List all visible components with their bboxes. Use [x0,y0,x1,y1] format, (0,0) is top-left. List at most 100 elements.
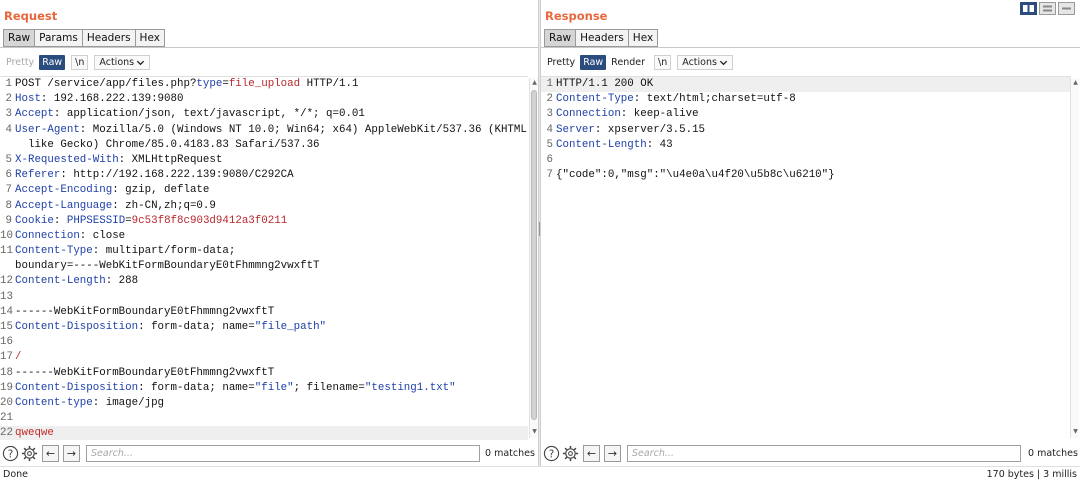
response-tab-hex[interactable]: Hex [628,29,659,47]
request-tab-hex[interactable]: Hex [135,29,165,47]
line-number: 5 [5,153,12,166]
code-token: : http://192.168.222.139:9080/C292CA [60,169,294,182]
search-next-button[interactable]: → [604,445,621,462]
gear-icon[interactable] [21,445,38,462]
line-content: HTTP/1.1 200 OK [556,77,653,92]
request-actions-label: Actions [99,57,135,68]
code-token: : image/jpg [92,396,165,409]
line-number: 4 [5,123,12,136]
line-content: like Gecko) Chrome/85.0.4183.83 Safari/5… [15,138,320,153]
editor-line: 3 Accept: application/json, text/javascri… [0,107,528,122]
request-editor[interactable]: 1 POST /service/app/files.php?type=file_u… [0,76,528,440]
editor-line: 21 [0,411,528,426]
line-number: 7 [5,184,12,197]
code-token: file_upload [228,78,301,90]
code-token: PHPSESSID [66,214,126,227]
request-tab-params[interactable]: Params [35,29,83,47]
request-search-input[interactable] [86,445,480,462]
line-content: Server: xpserver/3.5.15 [556,123,705,138]
line-number: 1 [5,78,12,90]
help-icon[interactable]: ? [543,445,560,462]
editor-line: 2 Content-Type: text/html;charset=utf-8 [541,92,1071,107]
layout-tabs-icon[interactable] [1058,2,1075,15]
code-token: ; filename= [293,381,365,394]
line-number: 14 [0,305,13,318]
response-actions-label: Actions [682,57,717,68]
line-content: ------WebKitFormBoundaryE0tFhmmng2vwxftT [15,305,274,320]
line-number: 7 [546,169,553,182]
request-scrollbar[interactable]: ▲ ▼ [529,78,538,438]
request-pretty-button[interactable]: Pretty [3,55,37,70]
scroll-down-arrow-icon[interactable]: ▼ [531,428,538,436]
request-tab-raw[interactable]: Raw [3,29,36,47]
editor-line: 13 [0,290,528,305]
line-number: 8 [5,199,12,212]
request-actions-menu[interactable]: Actions [94,55,151,70]
line-content: qweqwe [15,426,54,440]
line-content: / [15,350,21,365]
response-actions-menu[interactable]: Actions [677,55,733,70]
code-token: : Mozilla/5.0 (Windows NT 10.0; Win64; x… [79,123,528,136]
editor-line: 20 Content-type: image/jpg [0,396,528,411]
response-raw-button[interactable]: Raw [580,55,607,70]
code-token: Referer [15,169,61,182]
line-number: 3 [546,108,553,121]
request-tab-headers[interactable]: Headers [82,29,136,47]
code-token: : application/json, text/javascript, */*… [53,108,365,121]
scroll-up-arrow-icon[interactable]: ▲ [531,79,538,87]
line-content: Accept-Encoding: gzip, deflate [15,183,209,198]
response-pretty-button[interactable]: Pretty [544,55,578,70]
request-title: Request [4,9,58,23]
scroll-up-arrow-icon[interactable]: ▲ [1072,79,1079,87]
code-token: : text/html;charset=utf-8 [633,93,796,106]
layout-stacked-icon[interactable] [1039,2,1056,15]
code-token: : form-data; name= [138,321,255,333]
code-token: : [53,214,67,227]
response-tab-raw[interactable]: Raw [544,29,577,47]
line-number: 12 [0,275,13,288]
search-prev-button[interactable]: ← [42,445,59,462]
editor-line: 7 {"code":0,"msg":"\u4e0a\u4f20\u5b8c\u62… [541,168,1071,183]
search-next-button[interactable]: → [63,445,80,462]
response-tab-headers[interactable]: Headers [576,29,629,47]
response-search-input[interactable] [627,445,1021,462]
svg-text:?: ? [8,448,14,460]
layout-side-by-side-icon[interactable] [1020,2,1037,15]
line-content: Accept-Language: zh-CN,zh;q=0.9 [15,199,216,214]
response-scrollbar[interactable]: ▲ ▼ [1070,78,1079,438]
chevron-down-icon [136,60,145,65]
request-scroll-thumb[interactable] [531,90,537,420]
line-number: 19 [0,381,13,394]
line-number: 18 [0,366,13,379]
editor-line: 14 ------WebKitFormBoundaryE0tFhmmng2vwxf… [0,305,528,320]
editor-line: 6 [541,153,1071,168]
help-icon[interactable]: ? [2,445,19,462]
line-number: 13 [0,290,13,303]
code-token: / [15,351,22,364]
code-token: "file" [254,381,294,394]
line-content: Referer: http://192.168.222.139:9080/C29… [15,168,294,183]
splitter-grip[interactable] [539,222,540,236]
code-token: POST /service/app/files.php? [15,78,197,90]
code-token: : gzip, deflate [112,184,210,197]
response-newline-toggle[interactable]: \n [654,55,672,70]
scroll-down-arrow-icon[interactable]: ▼ [1072,428,1079,436]
response-toolbar: Pretty Raw Render \n Actions [544,55,735,70]
search-prev-button[interactable]: ← [583,445,600,462]
code-token: : XMLHttpRequest [118,153,223,166]
code-token: like Gecko) Chrome/85.0.4183.83 Safari/5… [15,138,320,151]
request-newline-toggle[interactable]: \n [71,55,89,70]
request-tabs: Raw Params Headers Hex [3,29,165,47]
line-number: 20 [0,396,13,409]
line-content: Accept: application/json, text/javascrip… [15,107,365,122]
gear-icon[interactable] [562,445,579,462]
code-token: Content-Length [15,275,106,288]
code-token: Host [15,93,41,106]
response-render-button[interactable]: Render [608,55,648,70]
editor-line: 19 Content-Disposition: form-data; name="… [0,381,528,396]
line-number: 16 [0,336,13,349]
request-raw-button[interactable]: Raw [39,55,66,70]
response-editor[interactable]: 1 HTTP/1.1 200 OK 2 Content-Type: text/html… [541,76,1071,440]
code-token: Accept [15,108,54,121]
code-token: : 192.168.222.139:9080 [40,93,184,106]
